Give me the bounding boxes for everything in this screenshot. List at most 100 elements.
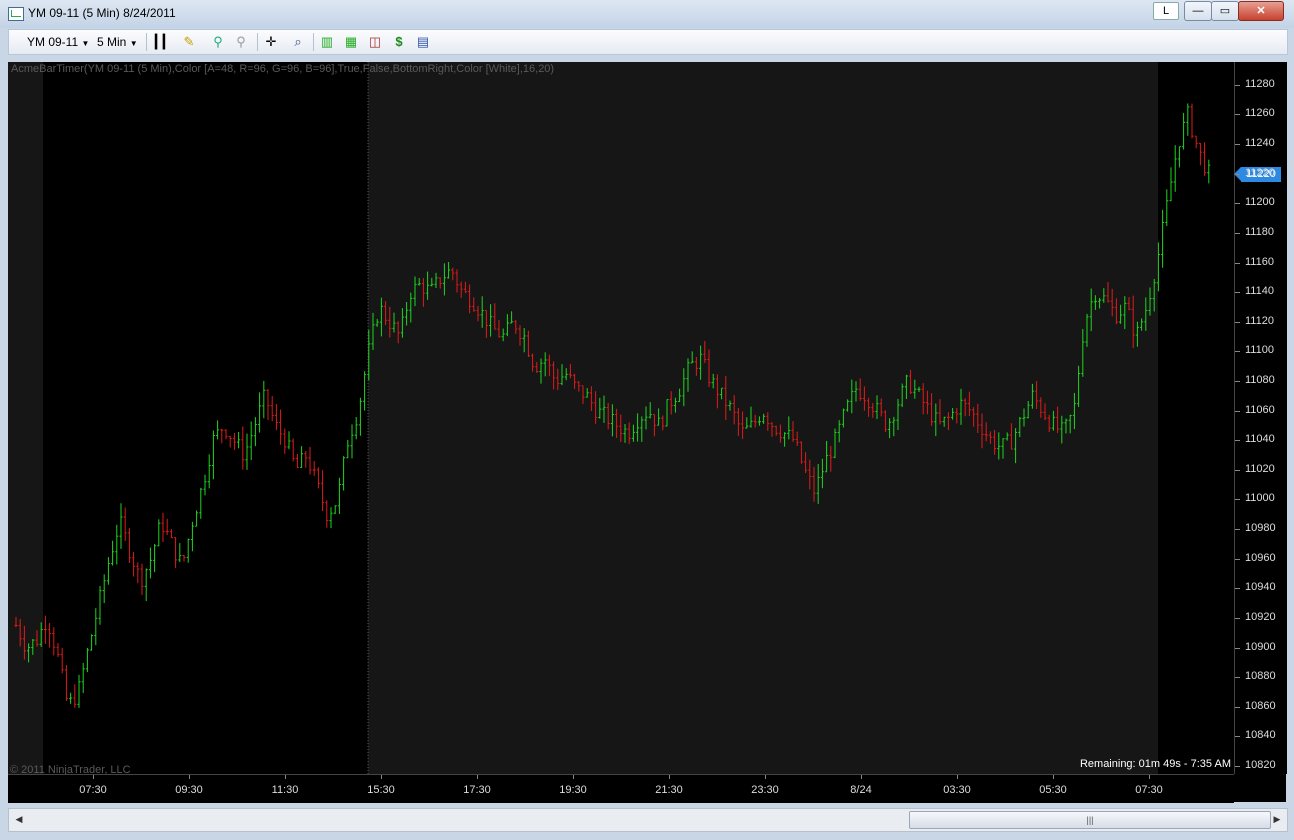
ohlc-bar — [262, 380, 266, 419]
chart-toolbar: YM 09-11 ▼ 5 Min ▼ ┃┃ ✎ ⚲ ⚲ ✛ ⌕ ▥ ▦ ◫ $ … — [8, 29, 1288, 55]
ohlc-bar — [43, 615, 47, 644]
ohlc-bar — [241, 426, 245, 470]
ohlc-bar — [81, 662, 85, 694]
ohlc-bar — [342, 456, 346, 491]
ohlc-bar — [203, 474, 207, 496]
ohlc-bar — [69, 692, 73, 704]
price-tick-mark — [1235, 440, 1240, 442]
ohlc-bar — [153, 543, 157, 573]
price-tick-mark — [1235, 647, 1240, 649]
scroll-right-arrow-icon[interactable]: ▶ — [1269, 811, 1285, 827]
scroll-left-arrow-icon[interactable]: ◀ — [11, 811, 27, 827]
price-tick-label: 11140 — [1245, 285, 1274, 298]
price-axis[interactable]: 11220 11280 11260 11240 11220 11200 11180 1116… — [1234, 62, 1287, 774]
strategy-icon[interactable]: ▥ — [319, 34, 335, 50]
time-tick-mark — [285, 775, 286, 779]
ohlc-bar — [333, 505, 337, 515]
ohlc-bar — [165, 518, 169, 536]
price-tick-mark — [1235, 321, 1240, 323]
time-tick-mark — [1149, 775, 1150, 779]
ohlc-bar — [211, 430, 215, 480]
price-tick-label: 11120 — [1245, 314, 1274, 327]
pencil-icon[interactable]: ✎ — [181, 34, 197, 50]
ohlc-bar — [144, 568, 148, 602]
time-tick-label: 07:30 — [79, 784, 107, 796]
zoom-icon[interactable]: ⌕ — [290, 34, 306, 50]
ohlc-bar — [346, 439, 350, 459]
price-tick-mark — [1235, 292, 1240, 294]
chart-trader-icon[interactable]: ◫ — [367, 34, 383, 50]
maximize-button[interactable]: ▭ — [1211, 1, 1239, 21]
ohlc-bar — [94, 608, 98, 646]
chart-panel[interactable]: AcmeBarTimer(YM 09-11 (5 Min),Color [A=4… — [8, 62, 1287, 803]
ohlc-bar — [73, 684, 77, 708]
ohlc-bar — [274, 403, 278, 430]
ohlc-bar — [291, 438, 295, 462]
ohlc-bar — [148, 547, 152, 579]
time-tick-label: 09:30 — [175, 784, 203, 796]
price-tick-mark — [1235, 469, 1240, 471]
price-tick-label: 11000 — [1245, 492, 1275, 505]
ohlc-bar — [178, 543, 182, 563]
pin-icon[interactable]: ⚲ — [210, 34, 226, 50]
ohlc-bar — [363, 371, 367, 411]
toolbar-divider — [146, 33, 147, 51]
price-tick-mark — [1235, 529, 1240, 531]
ohlc-bar — [111, 540, 115, 566]
language-badge[interactable]: L — [1153, 2, 1179, 20]
title-bar[interactable]: YM 09-11 (5 Min) 8/24/2011 L — ▭ ✕ — [0, 0, 1294, 28]
ohlc-bar — [279, 409, 283, 445]
ohlc-bar — [123, 507, 127, 542]
time-tick-mark — [669, 775, 670, 779]
time-tick-label: 21:30 — [655, 784, 683, 796]
pin-gray-icon[interactable]: ⚲ — [233, 34, 249, 50]
price-tick-mark — [1235, 203, 1240, 205]
price-tick-mark — [1235, 736, 1240, 738]
ohlc-bar — [224, 429, 228, 440]
ohlc-bar — [283, 428, 287, 454]
price-tick-mark — [1235, 706, 1240, 708]
properties-icon[interactable]: ▤ — [415, 34, 431, 50]
indicators-icon[interactable]: ▦ — [343, 34, 359, 50]
price-tick-label: 11220 — [1245, 166, 1275, 179]
price-tick-label: 10880 — [1245, 670, 1276, 683]
price-tick-label: 11180 — [1245, 225, 1274, 238]
price-tick-label: 11240 — [1245, 137, 1275, 150]
interval-selector[interactable]: 5 Min ▼ — [97, 34, 138, 50]
time-tick-label: 8/24 — [850, 784, 872, 796]
crosshair-icon[interactable]: ✛ — [263, 34, 279, 50]
bar-type-icon[interactable]: ┃┃ — [152, 34, 168, 50]
ohlc-bar — [115, 524, 119, 565]
ohlc-bar — [1194, 135, 1198, 149]
dollar-icon[interactable]: $ — [391, 34, 407, 50]
interval-label: 5 Min — [97, 35, 127, 49]
scroll-thumb[interactable]: ||| — [909, 811, 1271, 829]
price-tick-mark — [1235, 499, 1240, 501]
ohlc-bar — [182, 554, 186, 562]
close-button[interactable]: ✕ — [1238, 1, 1284, 21]
ohlc-bar — [232, 432, 236, 451]
horizontal-scrollbar[interactable]: ◀ ||| ▶ — [8, 808, 1288, 832]
time-tick-label: 15:30 — [367, 784, 395, 796]
toolbar-divider — [257, 33, 258, 51]
ohlc-bar — [1177, 146, 1181, 168]
minimize-button[interactable]: — — [1184, 1, 1212, 21]
chevron-down-icon: ▼ — [81, 39, 90, 48]
price-tick-label: 10840 — [1245, 729, 1276, 742]
price-tick-label: 11160 — [1245, 255, 1274, 268]
ohlc-bar — [64, 664, 68, 701]
time-tick-label: 03:30 — [943, 784, 971, 796]
price-tick-label: 11080 — [1245, 373, 1275, 386]
price-tick-label: 11100 — [1245, 344, 1274, 357]
price-tick-label: 10820 — [1245, 759, 1276, 771]
price-chart[interactable] — [8, 62, 1234, 774]
time-tick-label: 17:30 — [463, 784, 491, 796]
ohlc-bar — [56, 643, 60, 657]
ohlc-bar — [207, 454, 211, 489]
price-tick-mark — [1235, 380, 1240, 382]
price-tick-mark — [1235, 262, 1240, 264]
instrument-selector[interactable]: YM 09-11 ▼ — [27, 34, 89, 50]
time-tick-mark — [1053, 775, 1054, 779]
time-axis[interactable]: 07:30 09:30 11:30 15:30 17:30 19:30 21:30 23:30… — [8, 774, 1234, 803]
ohlc-bar — [258, 392, 262, 433]
